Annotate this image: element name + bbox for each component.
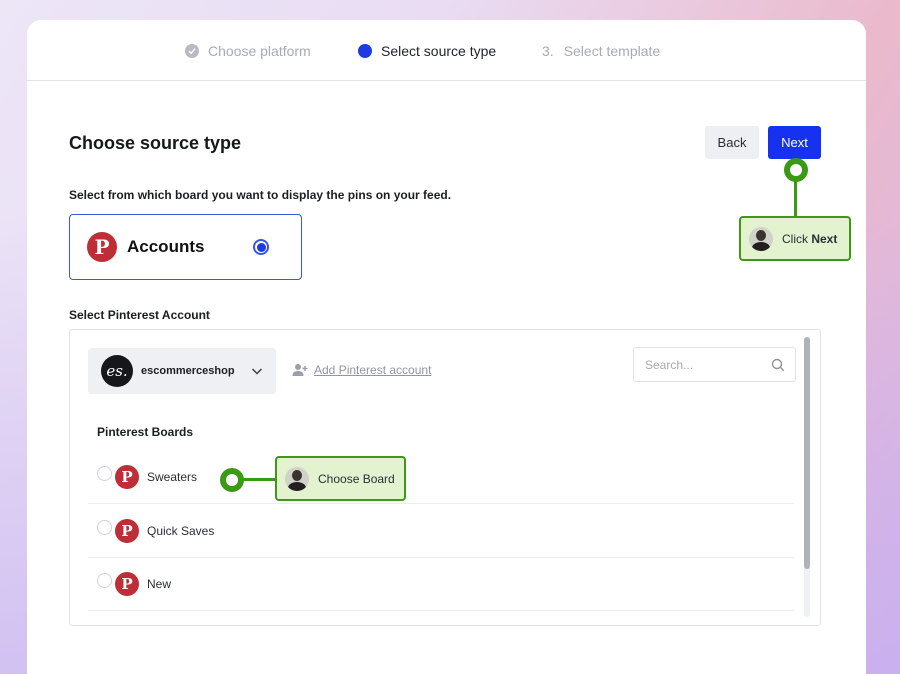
step-label: Choose platform	[208, 43, 311, 59]
search-input[interactable]	[634, 357, 764, 372]
check-icon	[185, 44, 199, 58]
board-row-sweaters[interactable]: P Sweaters	[88, 451, 794, 504]
source-radio-selected[interactable]	[253, 239, 269, 255]
active-step-dot-icon	[358, 44, 372, 58]
add-account-label: Add Pinterest account	[314, 363, 432, 377]
stepper: Choose platform Select source type 3. Se…	[27, 20, 866, 81]
callout-connector	[242, 478, 276, 481]
back-button[interactable]: Back	[705, 126, 759, 159]
pinterest-logo-icon: P	[115, 519, 139, 543]
pinterest-logo-icon: P	[115, 465, 139, 489]
account-heading: Select Pinterest Account	[69, 308, 210, 322]
page-title: Choose source type	[69, 133, 242, 153]
board-radio[interactable]	[97, 519, 112, 535]
next-button[interactable]: Next	[768, 126, 821, 159]
chevron-down-icon	[251, 368, 263, 375]
board-row-new[interactable]: P New	[88, 558, 794, 611]
account-panel: es. escommerceshop Add Pinterest account…	[69, 329, 821, 626]
board-name: New	[147, 577, 172, 591]
wizard-card: Choose platform Select source type 3. Se…	[27, 20, 866, 674]
pinterest-logo-icon: P	[115, 572, 139, 596]
callout-text: Click Next	[782, 231, 838, 246]
source-option-accounts[interactable]: P Accounts	[69, 214, 302, 280]
pinterest-logo-icon: P	[87, 232, 117, 262]
avatar	[285, 466, 309, 491]
avatar	[749, 226, 773, 251]
scrollbar-thumb[interactable]	[804, 337, 810, 569]
account-name: escommerceshop	[141, 365, 235, 377]
add-account-link[interactable]: Add Pinterest account	[292, 363, 431, 377]
account-dropdown[interactable]: es. escommerceshop	[88, 348, 276, 394]
boards-heading: Pinterest Boards	[97, 425, 194, 439]
add-user-icon	[292, 364, 308, 376]
source-option-label: Accounts	[127, 237, 205, 256]
callout-text: Choose Board	[318, 471, 395, 486]
callout-marker-next	[784, 158, 808, 182]
board-radio[interactable]	[97, 465, 112, 481]
callout-connector	[794, 180, 797, 217]
callout-marker-board	[220, 468, 244, 492]
step-label: Select template	[563, 43, 661, 59]
callout-choose-board: Choose Board	[275, 456, 406, 501]
step-label: Select source type	[381, 43, 497, 59]
board-row-quick-saves[interactable]: P Quick Saves	[88, 505, 794, 558]
step-select-template[interactable]: 3. Select template	[542, 43, 660, 59]
board-name: Sweaters	[147, 470, 198, 484]
board-radio[interactable]	[97, 572, 112, 588]
step-number: 3.	[542, 43, 554, 59]
step-choose-platform[interactable]: Choose platform	[185, 43, 311, 59]
scrollbar[interactable]	[804, 337, 810, 617]
radio-dot-icon	[256, 242, 266, 252]
callout-click-next: Click Next	[739, 216, 851, 261]
step-select-source-type[interactable]: Select source type	[358, 43, 496, 59]
account-avatar: es.	[101, 355, 133, 387]
search-icon[interactable]	[771, 358, 785, 372]
board-name: Quick Saves	[147, 524, 215, 538]
source-prompt: Select from which board you want to disp…	[69, 188, 452, 202]
search-field	[633, 347, 796, 382]
